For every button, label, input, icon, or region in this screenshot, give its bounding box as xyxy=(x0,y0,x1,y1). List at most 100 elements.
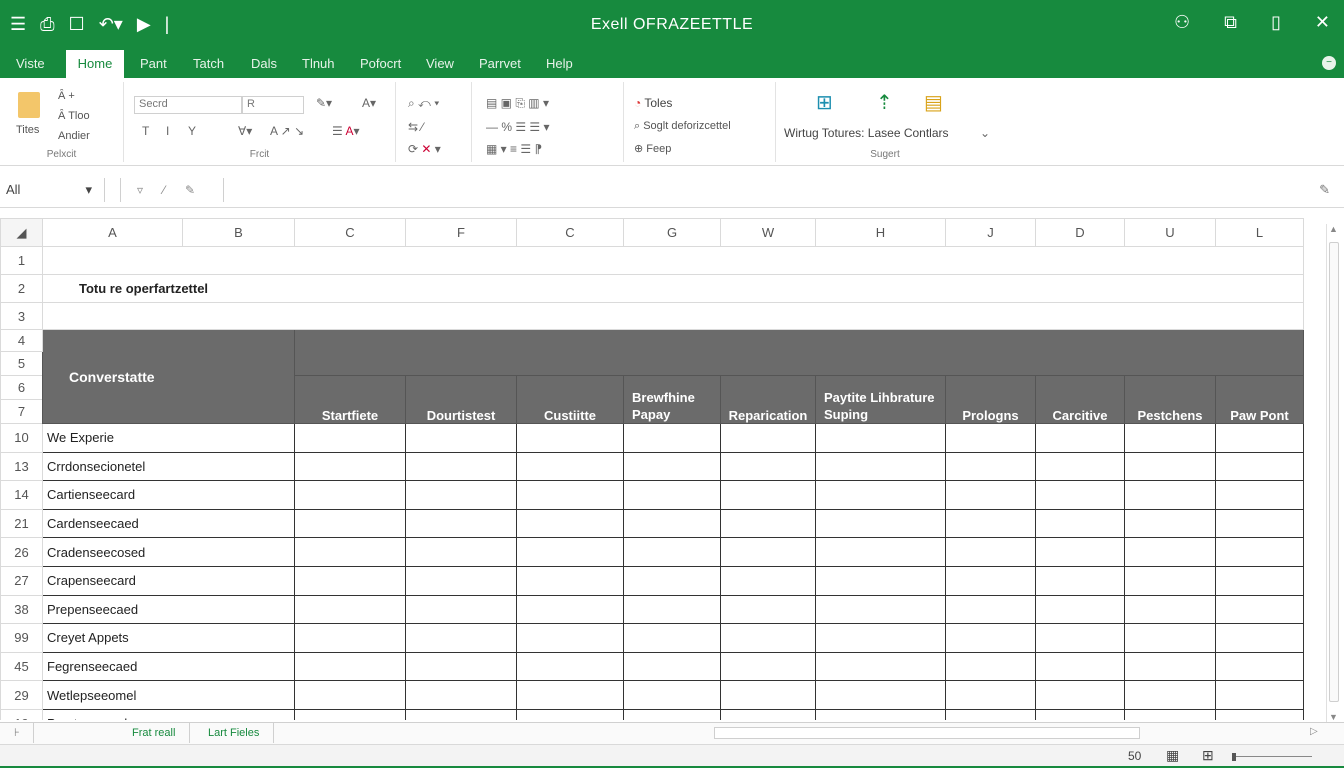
cell[interactable] xyxy=(294,537,406,567)
cell[interactable] xyxy=(294,565,406,596)
align-top-icon[interactable]: ⌕ ↶ ▾ xyxy=(408,96,439,111)
table-styles-button[interactable]: ◔ Toles xyxy=(634,96,672,110)
support-buttons[interactable]: Wirtug Totures: Lasee Contlars xyxy=(784,126,949,140)
font-name-select[interactable]: Secrd xyxy=(134,96,242,114)
column-header[interactable]: D xyxy=(1035,218,1125,247)
writing-tools-icon[interactable]: ⊞ xyxy=(816,90,833,115)
column-title-cell[interactable]: Startfiete xyxy=(294,375,406,424)
column-title-cell[interactable]: Reparication xyxy=(720,375,816,424)
scroll-up-icon[interactable]: ▲ xyxy=(1329,224,1338,234)
cell[interactable] xyxy=(815,680,946,710)
cell[interactable] xyxy=(1215,651,1304,682)
cell[interactable] xyxy=(1124,651,1216,682)
align-middle-icon[interactable]: ⇆ ⁄ xyxy=(408,120,423,134)
tab-home[interactable]: Home xyxy=(66,50,124,78)
cell[interactable] xyxy=(516,508,624,539)
cell[interactable] xyxy=(720,565,816,596)
cell[interactable] xyxy=(1215,565,1304,596)
row-label-cell[interactable]: We Experie xyxy=(42,423,295,453)
cell[interactable] xyxy=(623,708,721,720)
row-label-cell[interactable]: Crapenseecard xyxy=(42,565,295,596)
row-label-cell[interactable]: Wetlepseeomel xyxy=(42,680,295,710)
cell[interactable] xyxy=(945,565,1036,596)
row-label-cell[interactable]: Prepenseecaed xyxy=(42,594,295,625)
pen-icon[interactable]: ✎▾ xyxy=(316,96,332,110)
fx-icon[interactable]: ✎ xyxy=(185,183,195,197)
column-header[interactable]: J xyxy=(945,218,1036,247)
cell[interactable] xyxy=(1124,451,1216,482)
cell[interactable] xyxy=(405,623,517,653)
row-label-cell[interactable]: Prestoseeaed xyxy=(42,708,295,720)
cell[interactable] xyxy=(1035,651,1125,682)
cell[interactable] xyxy=(516,565,624,596)
cell[interactable] xyxy=(1215,537,1304,567)
cell[interactable] xyxy=(815,708,946,720)
cell[interactable] xyxy=(815,451,946,482)
cell[interactable] xyxy=(623,508,721,539)
border-icon[interactable]: ∀▾ xyxy=(238,124,252,138)
row-header[interactable]: 7 xyxy=(0,399,43,424)
cell[interactable] xyxy=(516,680,624,710)
contlars-icon[interactable]: ▤ xyxy=(924,90,943,115)
cell[interactable] xyxy=(1124,594,1216,625)
column-header[interactable]: H xyxy=(815,218,946,247)
cell[interactable] xyxy=(720,623,816,653)
cell[interactable] xyxy=(720,451,816,482)
cell[interactable] xyxy=(1215,451,1304,482)
cell[interactable] xyxy=(945,508,1036,539)
column-header[interactable]: U xyxy=(1124,218,1216,247)
cell[interactable] xyxy=(945,708,1036,720)
cell[interactable] xyxy=(1035,680,1125,710)
font-size-select[interactable]: R xyxy=(242,96,304,114)
cell[interactable] xyxy=(1124,708,1216,720)
sheet-nav-icon[interactable]: ⊦ ⊣ xyxy=(0,723,34,759)
close-icon[interactable]: ✕ xyxy=(1315,12,1330,33)
scroll-right-icon[interactable]: ▷ xyxy=(1310,726,1318,737)
row-header[interactable]: 4 xyxy=(0,329,43,352)
row-header[interactable]: 21 xyxy=(0,508,43,539)
confirm-icon[interactable]: ⁄ xyxy=(163,183,165,197)
cell[interactable] xyxy=(623,680,721,710)
cell[interactable] xyxy=(815,537,946,567)
cell[interactable] xyxy=(1124,480,1216,510)
select-all-corner[interactable]: ◢ xyxy=(0,218,43,247)
cell[interactable] xyxy=(1215,480,1304,510)
vertical-scrollbar[interactable]: ▲ ▼ xyxy=(1326,224,1340,722)
cell[interactable] xyxy=(516,708,624,720)
cell[interactable] xyxy=(1215,594,1304,625)
row-header[interactable]: 99 xyxy=(0,623,43,653)
zoom-slider-knob[interactable] xyxy=(1232,753,1236,761)
percent-icon[interactable]: — % ☰ ☰ ▾ xyxy=(486,120,550,134)
cell[interactable] xyxy=(1035,537,1125,567)
column-header[interactable]: G xyxy=(623,218,721,247)
cell[interactable] xyxy=(42,302,1304,330)
cell[interactable] xyxy=(1124,623,1216,653)
cell[interactable] xyxy=(516,651,624,682)
column-title-cell[interactable]: Carcitive xyxy=(1035,375,1125,424)
column-header[interactable]: W xyxy=(720,218,816,247)
cell[interactable] xyxy=(294,680,406,710)
cell-styles-button[interactable]: ⊕ Feep xyxy=(634,142,671,155)
cell[interactable] xyxy=(1035,594,1125,625)
cell[interactable] xyxy=(945,680,1036,710)
tab-tlnuh[interactable]: Tlnuh xyxy=(296,50,341,78)
page-layout-icon[interactable]: ⊞ xyxy=(1202,747,1214,764)
cell[interactable] xyxy=(1124,565,1216,596)
row-header[interactable]: 38 xyxy=(0,594,43,625)
cell[interactable] xyxy=(815,651,946,682)
cell[interactable] xyxy=(516,480,624,510)
restore-icon[interactable]: ⧉ xyxy=(1224,12,1237,33)
sheet-tab[interactable]: Frat reall xyxy=(118,723,191,743)
row-header[interactable]: 1 xyxy=(0,246,43,275)
cell[interactable] xyxy=(945,623,1036,653)
cell[interactable] xyxy=(720,708,816,720)
column-title-cell[interactable]: Paw Pont xyxy=(1215,375,1304,424)
formula-input[interactable] xyxy=(226,178,1304,202)
row-header[interactable]: 13 xyxy=(0,451,43,482)
cell[interactable] xyxy=(945,594,1036,625)
cell[interactable] xyxy=(1035,423,1125,453)
column-header[interactable]: L xyxy=(1215,218,1304,247)
row-label-cell[interactable]: Crrdonsecionetel xyxy=(42,451,295,482)
account-icon[interactable]: ⚇ xyxy=(1174,12,1190,33)
cell[interactable] xyxy=(516,451,624,482)
